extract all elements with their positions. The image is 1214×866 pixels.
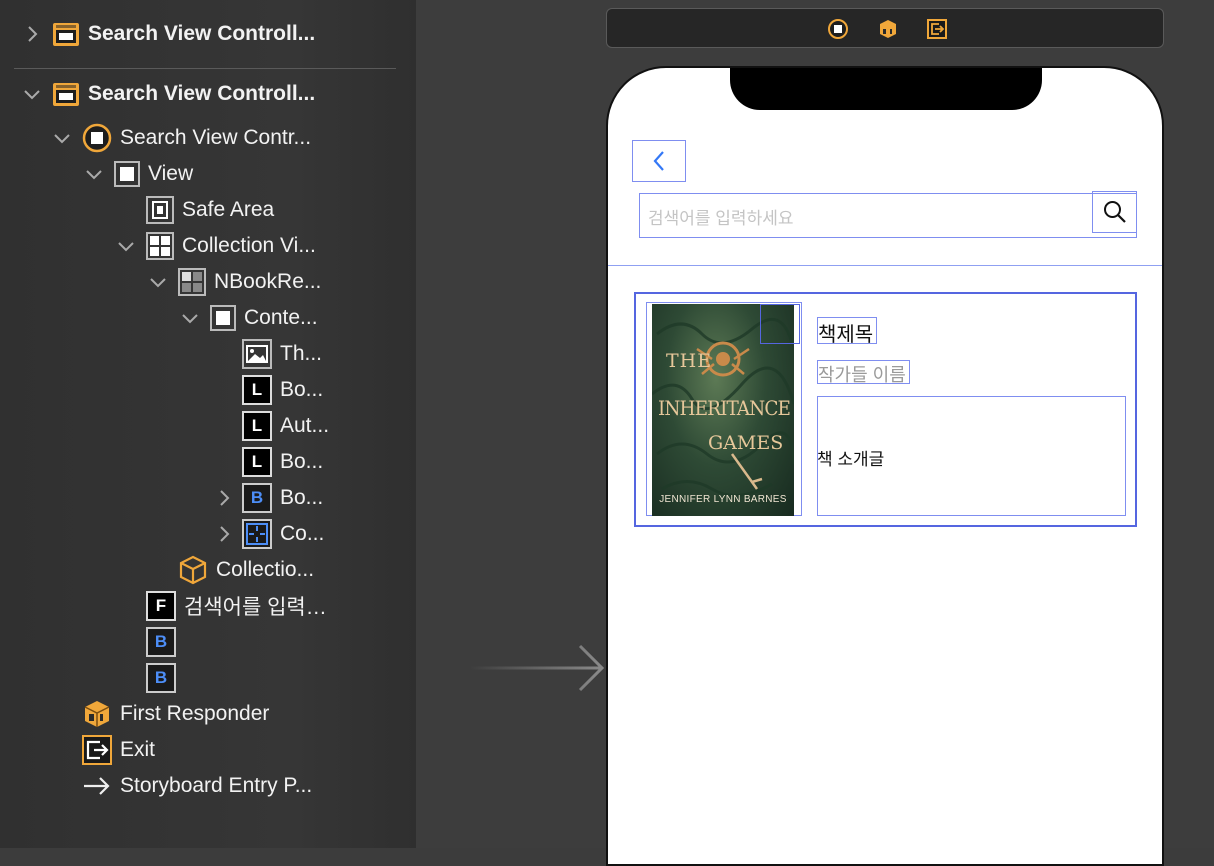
chevron-down-icon[interactable]: [52, 132, 72, 144]
textfield-label: 검색어를 입력…: [184, 596, 327, 619]
view-icon: [114, 161, 140, 187]
outline-thumbnail[interactable]: Th...: [242, 337, 322, 371]
outline-cell[interactable]: NBookRe...: [148, 265, 321, 299]
chevron-right-icon[interactable]: [22, 25, 42, 43]
arrow-right-icon: [82, 771, 112, 801]
content-view-label: Conte...: [244, 306, 318, 329]
label-icon: L: [242, 447, 272, 477]
textfield-icon: F: [146, 591, 176, 621]
outline-scene-expanded[interactable]: Search View Controll...: [22, 77, 315, 111]
outline-safe-area[interactable]: Safe Area: [146, 193, 274, 227]
back-button[interactable]: [632, 140, 686, 182]
storyboard-entry-arrow[interactable]: [470, 640, 605, 696]
device-notch: [730, 68, 1042, 110]
outline-view[interactable]: View: [84, 157, 193, 191]
outline-button-2[interactable]: B: [146, 661, 176, 695]
safe-area-icon: [146, 196, 174, 224]
button-icon: B: [242, 483, 272, 513]
chevron-right-icon[interactable]: [214, 489, 234, 507]
collection-cell-icon: [178, 268, 206, 296]
view-label: View: [148, 162, 194, 185]
thumbnail-label: Th...: [280, 342, 323, 365]
outline-view-controller[interactable]: Search View Contr...: [52, 121, 311, 155]
scene-dock: [606, 8, 1164, 48]
controller-label: Search View Contr...: [120, 126, 312, 149]
view-controller-icon[interactable]: [828, 19, 848, 39]
storyboard-canvas[interactable]: 검색어를 입력하세요 THE INHERITANCE GAMES JENNIFE…: [416, 0, 1214, 866]
safe-area-label: Safe Area: [182, 198, 275, 221]
book-title-label: 책제목: [818, 324, 874, 346]
outline-divider: [14, 68, 396, 69]
cover-author: JENNIFER LYNN BARNES: [659, 494, 787, 505]
entry-point-label: Storyboard Entry P...: [120, 774, 313, 797]
iphone-frame: 검색어를 입력하세요 THE INHERITANCE GAMES JENNIFE…: [606, 66, 1164, 866]
first-responder-icon: [82, 699, 112, 729]
chevron-down-icon[interactable]: [180, 312, 200, 324]
outline-constraints[interactable]: Co...: [214, 517, 324, 551]
outline-entry-point[interactable]: Storyboard Entry P...: [82, 769, 312, 803]
collection-view-label: Collection Vi...: [182, 234, 316, 257]
view-controller-icon: [82, 123, 112, 153]
chevron-left-icon: [653, 151, 664, 171]
label-icon: L: [242, 375, 272, 405]
search-button[interactable]: [1092, 191, 1137, 233]
button-icon: B: [146, 663, 176, 693]
outline-author-label[interactable]: L Aut...: [242, 409, 329, 443]
first-responder-label: First Responder: [120, 702, 270, 725]
outline-book-button[interactable]: B Bo...: [214, 481, 323, 515]
author-label: Aut...: [280, 414, 330, 437]
scene-icon: [52, 80, 80, 108]
cover-title-1: INHERITANCE: [658, 396, 791, 420]
cover-title-2: GAMES: [708, 432, 784, 454]
scene-icon: [52, 20, 80, 48]
cell-label: NBookRe...: [214, 270, 322, 293]
outline-button-1[interactable]: B: [146, 625, 176, 659]
search-input[interactable]: 검색어를 입력하세요: [648, 204, 793, 229]
exit-label: Exit: [120, 738, 156, 761]
constraints-icon: [242, 519, 272, 549]
outline-scene-collapsed[interactable]: Search View Controll...: [22, 17, 315, 51]
label-icon: L: [242, 411, 272, 441]
outline-collection-layout[interactable]: Collectio...: [178, 553, 314, 587]
outline-book-title-label[interactable]: L Bo...: [242, 373, 323, 407]
outline-search-textfield[interactable]: F 검색어를 입력…: [146, 589, 327, 623]
collection-view-icon: [146, 232, 174, 260]
book-label-2: Bo...: [280, 450, 324, 473]
chevron-down-icon[interactable]: [84, 168, 104, 180]
view-icon: [210, 305, 236, 331]
constraints-label: Co...: [280, 522, 325, 545]
document-outline: Search View Controll... Search View Cont…: [0, 0, 416, 848]
scene-title: Search View Controll...: [88, 22, 316, 45]
first-responder-icon[interactable]: [878, 19, 898, 39]
cube-icon: [178, 555, 208, 585]
exit-icon[interactable]: [927, 19, 947, 39]
search-icon: [1103, 201, 1126, 223]
button-icon: B: [146, 627, 176, 657]
exit-icon: [82, 735, 112, 765]
book-label: Bo...: [280, 378, 324, 401]
collection-layout-label: Collectio...: [216, 558, 315, 581]
outline-book-intro-label[interactable]: L Bo...: [242, 445, 323, 479]
cover-the: THE: [666, 350, 713, 372]
scene-title: Search View Controll...: [88, 82, 316, 105]
book-intro-label: 책 소개글: [817, 450, 885, 469]
chevron-right-icon[interactable]: [214, 525, 234, 543]
image-view-icon: [242, 339, 272, 369]
outline-exit[interactable]: Exit: [82, 733, 155, 767]
outline-first-responder[interactable]: First Responder: [82, 697, 269, 731]
bookmark-button[interactable]: [760, 304, 800, 344]
book-authors-label: 작가들 이름: [818, 365, 906, 385]
book-button-label: Bo...: [280, 486, 324, 509]
outline-content-view[interactable]: Conte...: [180, 301, 318, 335]
chevron-down-icon[interactable]: [148, 276, 168, 288]
chevron-down-icon[interactable]: [22, 88, 42, 100]
chevron-down-icon[interactable]: [116, 240, 136, 252]
outline-collection-view[interactable]: Collection Vi...: [116, 229, 316, 263]
